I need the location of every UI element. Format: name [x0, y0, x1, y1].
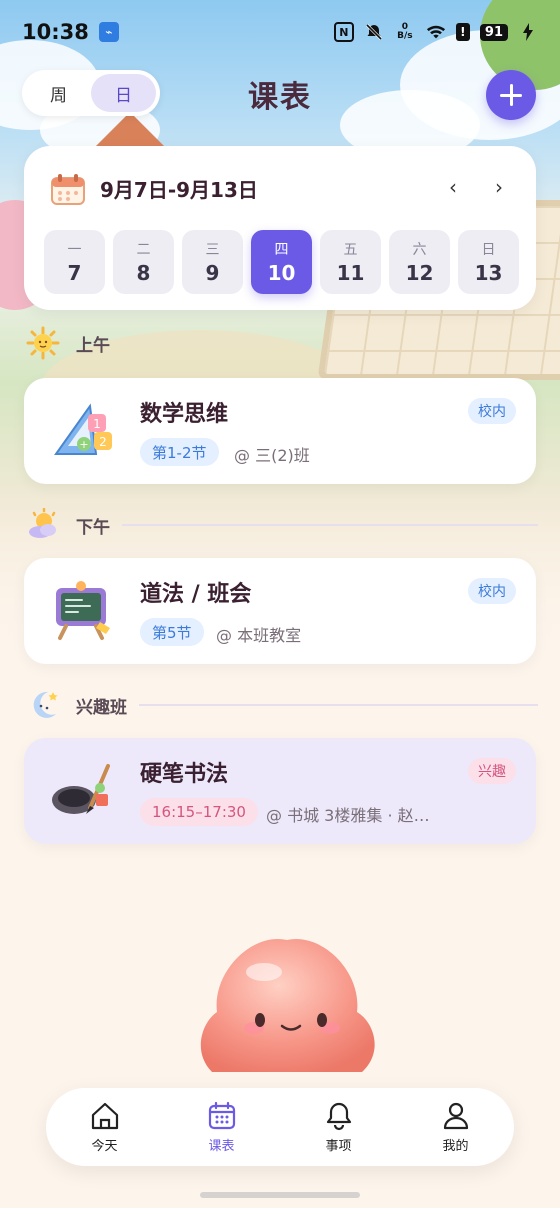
math-tools-icon: 1 2 + — [54, 403, 112, 455]
nav-label: 课表 — [208, 1139, 235, 1154]
week-card: 9月7日-9月13日 ‹ › 一7 二8 三9 四 10 五 11 六 12 日 13 — [24, 146, 536, 310]
mute-bell-icon — [364, 22, 384, 42]
divider — [122, 524, 538, 526]
course-card[interactable]: 1 2 + 数学思维 第1-2节 @ 三(2)班 校内 — [24, 378, 536, 484]
day-chip[interactable]: 日 13 — [458, 230, 519, 294]
sun-cloud-icon — [26, 508, 60, 542]
section-label: 下午 — [76, 517, 110, 538]
svg-text:+: + — [79, 438, 88, 451]
user-icon — [443, 1102, 468, 1130]
nfc-icon: N — [333, 22, 354, 42]
course-period: 第5节 — [140, 618, 204, 646]
nav-today[interactable]: 今天 — [46, 1088, 163, 1166]
home-icon — [91, 1102, 118, 1130]
course-tag: 兴趣 — [468, 758, 516, 784]
day-chip[interactable]: 一7 — [44, 230, 105, 294]
moon-icon — [26, 688, 60, 722]
bell-icon — [326, 1102, 351, 1131]
course-card[interactable]: 道法 / 班会 第5节 @ 本班教室 校内 — [24, 558, 536, 664]
nav-label: 事项 — [325, 1139, 352, 1154]
nav-label: 我的 — [442, 1139, 469, 1154]
course-card[interactable]: 硬笔书法 16:15–17:30 @ 书城 3楼雅集 · 赵… 兴趣 — [24, 738, 536, 844]
battery-level: 91 — [479, 23, 508, 41]
section-interest: 兴趣班 — [26, 688, 538, 722]
course-time: 16:15–17:30 — [140, 798, 258, 826]
blackboard-icon — [56, 581, 110, 640]
nav-schedule[interactable]: 课表 — [163, 1088, 280, 1166]
course-name: 数学思维 — [140, 402, 229, 427]
svg-text:2: 2 — [99, 435, 107, 449]
week-range: 9月7日-9月13日 — [100, 178, 258, 202]
add-button[interactable] — [486, 70, 536, 120]
next-week-button[interactable]: › — [484, 172, 514, 202]
calligraphy-icon — [52, 764, 110, 814]
day-chip[interactable]: 六 12 — [389, 230, 450, 294]
course-period: 第1-2节 — [140, 438, 219, 466]
bottom-nav: 今天 课表 事项 我的 — [46, 1088, 514, 1166]
nav-profile[interactable]: 我的 — [397, 1088, 514, 1166]
course-tag: 校内 — [468, 398, 516, 424]
net-speed: 0 B/s — [397, 22, 413, 41]
sun-icon — [26, 326, 60, 360]
day-chip[interactable]: 三9 — [182, 230, 243, 294]
course-name: 硬笔书法 — [140, 762, 229, 787]
wifi-icon — [426, 22, 446, 42]
divider — [139, 704, 538, 706]
home-indicator[interactable] — [200, 1192, 360, 1198]
status-bar: 10:38 ⌁ N 0 B/s ! 91 — [0, 0, 560, 64]
course-location: @ 三(2)班 — [234, 446, 310, 465]
section-morning: 上午 — [26, 326, 538, 360]
day-chip[interactable]: 二8 — [113, 230, 174, 294]
prev-week-button[interactable]: ‹ — [438, 172, 468, 202]
course-location: @ 本班教室 — [216, 626, 302, 645]
page-title: 课表 — [248, 80, 312, 115]
calendar-icon — [208, 1101, 235, 1130]
day-chip-selected[interactable]: 四 10 — [251, 230, 312, 294]
course-name: 道法 / 班会 — [140, 582, 252, 607]
nav-label: 今天 — [91, 1139, 118, 1154]
status-time: 10:38 — [22, 20, 89, 44]
charging-icon — [518, 22, 538, 42]
jelly-mascot — [200, 938, 375, 1072]
svg-text:1: 1 — [93, 417, 101, 431]
nav-tasks[interactable]: 事项 — [280, 1088, 397, 1166]
course-tag: 校内 — [468, 578, 516, 604]
section-label: 上午 — [76, 335, 110, 356]
calendar-icon — [51, 174, 85, 205]
alert-icon: ! — [455, 23, 470, 41]
usb-icon: ⌁ — [98, 22, 119, 42]
course-location: @ 书城 3楼雅集 · 赵… — [266, 806, 430, 825]
day-chip[interactable]: 五 11 — [320, 230, 381, 294]
section-label: 兴趣班 — [76, 697, 127, 718]
section-afternoon: 下午 — [26, 508, 538, 542]
day-selector: 一7 二8 三9 四 10 五 11 六 12 日 13 — [44, 230, 519, 294]
